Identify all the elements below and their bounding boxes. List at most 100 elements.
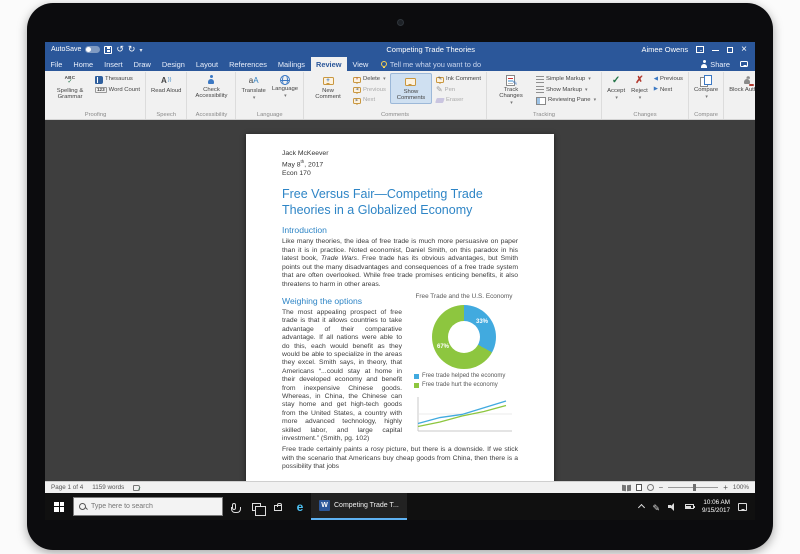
- ribbon-tab-row: File Home Insert Draw Design Layout Refe…: [45, 57, 755, 71]
- group-label-accessibility: Accessibility: [187, 112, 235, 118]
- word-count-button[interactable]: Word Count: [93, 86, 142, 95]
- show-comments-button[interactable]: Show Comments: [390, 73, 432, 104]
- previous-change-button[interactable]: Previous: [652, 75, 685, 84]
- ribbon: Spelling & Grammar Thesaurus Word Count …: [45, 71, 755, 120]
- document-canvas[interactable]: Jack McKeever May 8th, 2017 Econ 170 Fre…: [45, 120, 755, 481]
- tab-draw[interactable]: Draw: [128, 57, 156, 71]
- compare-button[interactable]: Compare: [692, 73, 720, 102]
- group-label-changes: Changes: [602, 112, 688, 118]
- windows-logo-icon: [54, 502, 64, 512]
- page-indicator[interactable]: Page 1 of 4: [51, 484, 83, 491]
- word-count-indicator[interactable]: 1159 words: [92, 484, 124, 491]
- compare-icon: [700, 75, 712, 86]
- tab-home[interactable]: Home: [68, 57, 99, 71]
- read-mode-icon[interactable]: [622, 485, 631, 491]
- ribbon-display-options-icon[interactable]: [696, 46, 704, 53]
- doc-paragraph-1: Like many theories, the idea of free tra…: [282, 238, 518, 288]
- ribbon-group-language: Translate Language Language: [236, 72, 304, 119]
- spelling-grammar-icon: [65, 75, 76, 87]
- track-changes-icon: [506, 75, 515, 86]
- user-name[interactable]: Aimee Owens: [641, 45, 688, 54]
- tab-file[interactable]: File: [45, 57, 68, 71]
- new-comment-button[interactable]: New Comment: [307, 73, 349, 102]
- proofing-status-icon[interactable]: [133, 485, 140, 491]
- battery-tray-icon[interactable]: [685, 504, 694, 509]
- tab-mailings[interactable]: Mailings: [272, 57, 310, 71]
- tab-review[interactable]: Review: [311, 57, 347, 71]
- tab-layout[interactable]: Layout: [190, 57, 223, 71]
- language-button[interactable]: Language: [270, 73, 300, 101]
- close-button[interactable]: [741, 45, 747, 54]
- store-button[interactable]: [267, 493, 289, 520]
- tab-design[interactable]: Design: [156, 57, 190, 71]
- zoom-slider[interactable]: [668, 487, 718, 488]
- thesaurus-button[interactable]: Thesaurus: [93, 75, 142, 84]
- block-authors-button[interactable]: Block Authors: [727, 73, 755, 94]
- autosave-toggle[interactable]: [85, 46, 100, 53]
- share-button[interactable]: Share: [693, 57, 738, 71]
- zoom-level[interactable]: 100%: [733, 484, 749, 491]
- ink-comment-button[interactable]: Ink Comment: [434, 75, 483, 84]
- group-label-language: Language: [236, 112, 303, 118]
- simple-markup-dropdown[interactable]: Simple Markup: [534, 75, 598, 84]
- embedded-chart-object[interactable]: Free Trade and the U.S. Economy 33% 67% …: [410, 293, 518, 436]
- surface-pen-tray-icon[interactable]: [652, 498, 660, 516]
- volume-tray-icon[interactable]: [668, 503, 677, 511]
- cortana-mic-button[interactable]: [223, 493, 245, 520]
- store-icon: [274, 505, 282, 511]
- eraser-button[interactable]: Eraser: [434, 96, 483, 105]
- previous-comment-button[interactable]: Previous: [351, 86, 388, 95]
- new-comment-icon: [323, 77, 334, 85]
- edge-button[interactable]: [289, 493, 311, 520]
- taskbar-time: 10:06 AM: [703, 499, 730, 507]
- title-bar: AutoSave Competing Trade Theories Aimee …: [45, 42, 755, 57]
- taskbar-clock[interactable]: 10:06 AM 9/15/2017: [702, 499, 730, 515]
- group-label-compare: Compare: [689, 112, 723, 118]
- print-layout-icon[interactable]: [636, 484, 642, 491]
- track-changes-button[interactable]: Track Changes: [490, 73, 532, 108]
- redo-icon[interactable]: [128, 44, 136, 55]
- check-accessibility-button[interactable]: Check Accessibility: [190, 73, 232, 101]
- ribbon-group-compare: Compare Compare: [689, 72, 724, 119]
- minimize-button[interactable]: [712, 46, 719, 53]
- tab-references[interactable]: References: [224, 57, 273, 71]
- zoom-in-button[interactable]: +: [723, 485, 728, 491]
- show-markup-dropdown[interactable]: Show Markup: [534, 86, 598, 95]
- web-layout-icon[interactable]: [647, 484, 654, 491]
- quick-access-caret-icon[interactable]: [139, 45, 142, 54]
- reviewing-pane-dropdown[interactable]: Reviewing Pane: [534, 96, 598, 105]
- taskbar-search[interactable]: [73, 497, 223, 516]
- doc-course: Econ 170: [282, 170, 518, 178]
- task-view-button[interactable]: [245, 493, 267, 520]
- next-comment-button[interactable]: Next: [351, 96, 388, 105]
- search-input[interactable]: [91, 503, 217, 510]
- accept-button[interactable]: Accept: [605, 73, 627, 103]
- document-page[interactable]: Jack McKeever May 8th, 2017 Econ 170 Fre…: [246, 134, 554, 481]
- spelling-grammar-button[interactable]: Spelling & Grammar: [49, 73, 91, 102]
- zoom-out-button[interactable]: −: [659, 485, 664, 491]
- word-task-button[interactable]: Competing Trade T...: [311, 493, 407, 520]
- chart-legend: Free trade helped the economy Free trade…: [414, 373, 518, 390]
- undo-icon[interactable]: [116, 44, 124, 55]
- next-change-button[interactable]: Next: [652, 86, 685, 95]
- delete-comment-button[interactable]: Delete: [351, 75, 388, 84]
- start-button[interactable]: [45, 493, 73, 520]
- tab-view[interactable]: View: [347, 57, 374, 71]
- translate-button[interactable]: Translate: [239, 73, 267, 103]
- pen-button[interactable]: Pen: [434, 86, 483, 95]
- save-icon[interactable]: [104, 46, 112, 54]
- reject-button[interactable]: Reject: [629, 73, 650, 103]
- donut-data-label-green: 67%: [437, 344, 449, 350]
- action-center-icon[interactable]: [738, 503, 747, 511]
- comments-icon[interactable]: [740, 61, 748, 67]
- reject-icon: [635, 75, 643, 87]
- show-hidden-icons-chevron[interactable]: [638, 504, 645, 511]
- windows-taskbar: Competing Trade T... 10:06 AM 9/15/2017: [45, 493, 755, 520]
- tab-insert[interactable]: Insert: [99, 57, 128, 71]
- previous-change-icon: [654, 76, 658, 84]
- maximize-button[interactable]: [727, 47, 733, 53]
- zoom-slider-knob[interactable]: [693, 484, 696, 491]
- tell-me-box[interactable]: Tell me what you want to do: [374, 57, 488, 71]
- next-change-icon: [654, 86, 658, 94]
- read-aloud-button[interactable]: Read Aloud: [149, 73, 183, 95]
